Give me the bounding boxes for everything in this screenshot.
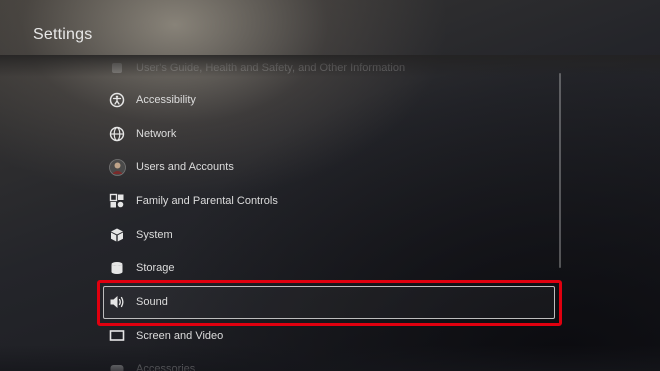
monitor-icon bbox=[108, 327, 126, 345]
list-item-label: Users and Accounts bbox=[136, 161, 234, 173]
list-item-users-accounts[interactable]: Users and Accounts bbox=[108, 155, 234, 179]
list-item-users-guide[interactable]: User's Guide, Health and Safety, and Oth… bbox=[108, 56, 405, 80]
storage-icon bbox=[108, 259, 126, 277]
list-item-label: User's Guide, Health and Safety, and Oth… bbox=[136, 62, 406, 74]
list-item-label: Screen and Video bbox=[136, 330, 224, 342]
avatar-icon bbox=[108, 158, 126, 176]
list-item-label: Accessibility bbox=[136, 94, 196, 106]
list-item-label: Family and Parental Controls bbox=[136, 195, 278, 207]
list-item-storage[interactable]: Storage bbox=[108, 256, 175, 280]
annotation-highlight-box bbox=[97, 280, 562, 326]
list-item-accessibility[interactable]: Accessibility bbox=[108, 88, 196, 112]
globe-icon bbox=[108, 125, 126, 143]
list-item-label: Accessories bbox=[136, 363, 196, 371]
family-icon bbox=[108, 192, 126, 210]
list-item-label: Network bbox=[136, 128, 177, 140]
list-item-family-parental[interactable]: Family and Parental Controls bbox=[108, 189, 278, 213]
list-item-label: System bbox=[136, 229, 173, 241]
settings-screen: Settings User's Guide, Health and Safety… bbox=[0, 0, 660, 371]
scrollbar[interactable] bbox=[559, 73, 561, 268]
list-item-system[interactable]: System bbox=[108, 223, 173, 247]
controller-icon bbox=[108, 360, 126, 371]
list-item-network[interactable]: Network bbox=[108, 122, 176, 146]
list-item-accessories[interactable]: Accessories bbox=[108, 357, 195, 371]
info-icon bbox=[108, 59, 126, 77]
list-item-label: Storage bbox=[136, 262, 175, 274]
accessibility-icon bbox=[108, 91, 126, 109]
cube-icon bbox=[108, 226, 126, 244]
list-item-screen-video[interactable]: Screen and Video bbox=[108, 324, 223, 348]
